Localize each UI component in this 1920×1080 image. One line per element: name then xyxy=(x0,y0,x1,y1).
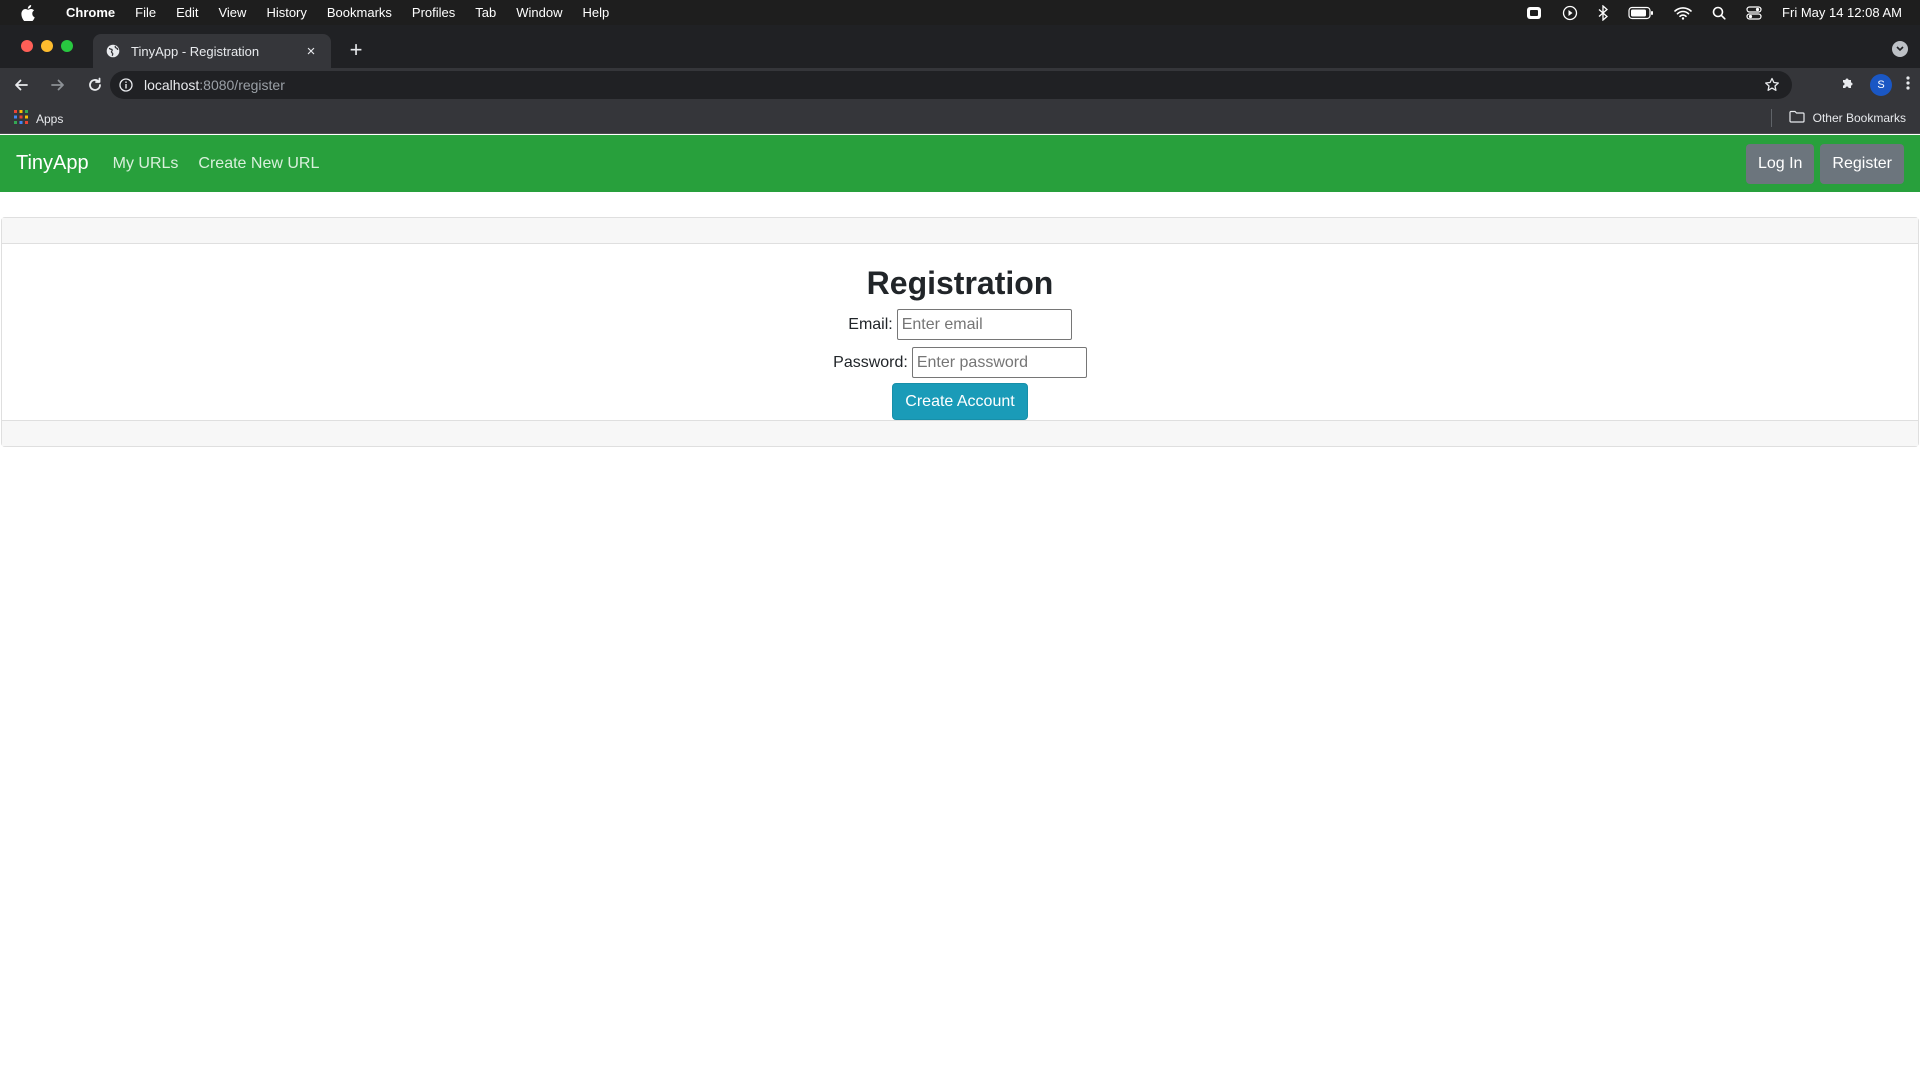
email-row: Email: xyxy=(848,309,1072,340)
email-field[interactable] xyxy=(896,309,1072,340)
menubar-status-area: Fri May 14 12:08 AM xyxy=(1526,0,1902,25)
menu-view[interactable]: View xyxy=(208,5,256,20)
profile-avatar[interactable]: S xyxy=(1870,74,1892,96)
battery-icon[interactable] xyxy=(1628,6,1654,20)
browser-tab-strip: TinyApp - Registration × + xyxy=(0,25,1920,68)
kebab-menu-icon[interactable] xyxy=(1906,75,1910,96)
browser-toolbar: localhost:8080/register S xyxy=(0,68,1920,102)
menu-help[interactable]: Help xyxy=(573,5,620,20)
wifi-icon[interactable] xyxy=(1674,6,1692,20)
bookmarks-separator xyxy=(1771,109,1772,127)
menu-bookmarks[interactable]: Bookmarks xyxy=(317,5,402,20)
tab-title: TinyApp - Registration xyxy=(131,43,260,59)
bookmark-apps-label: Apps xyxy=(36,111,64,126)
menu-edit[interactable]: Edit xyxy=(166,5,208,20)
web-page: TinyApp My URLs Create New URL Log In Re… xyxy=(0,135,1920,1080)
screen-record-icon[interactable] xyxy=(1526,6,1542,20)
tab-close-icon[interactable]: × xyxy=(303,43,319,60)
bookmark-apps[interactable]: Apps xyxy=(14,110,63,127)
window-close-button[interactable] xyxy=(21,40,33,52)
window-zoom-button[interactable] xyxy=(61,40,73,52)
login-button[interactable]: Log In xyxy=(1745,144,1815,184)
browser-tab-active[interactable]: TinyApp - Registration × xyxy=(93,34,331,68)
globe-icon xyxy=(105,43,121,59)
reload-button[interactable] xyxy=(79,71,111,99)
url-path: :8080/register xyxy=(199,77,285,93)
play-icon[interactable] xyxy=(1562,5,1578,21)
macos-menu-bar: Chrome File Edit View History Bookmarks … xyxy=(0,0,1920,25)
menu-tab[interactable]: Tab xyxy=(465,5,506,20)
back-button[interactable] xyxy=(5,71,37,99)
brand-link[interactable]: TinyApp xyxy=(16,152,89,175)
password-field[interactable] xyxy=(911,347,1087,378)
other-bookmarks-label: Other Bookmarks xyxy=(1812,111,1906,125)
bluetooth-icon[interactable] xyxy=(1598,4,1609,21)
auth-buttons: Log In Register xyxy=(1745,144,1904,184)
nav-link-create-new-url[interactable]: Create New URL xyxy=(198,155,319,173)
menu-window[interactable]: Window xyxy=(506,5,572,20)
site-info-icon[interactable] xyxy=(118,77,134,93)
toolbar-actions: S xyxy=(1840,68,1910,102)
tab-search-icon[interactable] xyxy=(1892,41,1908,57)
bookmarks-bar: Apps Other Bookmarks xyxy=(0,102,1920,134)
create-account-button[interactable]: Create Account xyxy=(892,383,1028,420)
bookmark-star-icon[interactable] xyxy=(1764,77,1780,96)
nav-link-my-urls[interactable]: My URLs xyxy=(113,155,179,173)
app-navbar: TinyApp My URLs Create New URL Log In Re… xyxy=(0,135,1920,192)
registration-form: Registration Email: Password: Create Acc… xyxy=(2,244,1918,420)
spotlight-search-icon[interactable] xyxy=(1712,6,1726,20)
menu-file[interactable]: File xyxy=(125,5,166,20)
page-title: Registration xyxy=(866,265,1054,301)
extensions-puzzle-icon[interactable] xyxy=(1840,75,1856,96)
menu-app-name[interactable]: Chrome xyxy=(56,5,125,20)
password-row: Password: xyxy=(833,347,1087,378)
address-bar[interactable]: localhost:8080/register xyxy=(110,71,1792,99)
folder-icon xyxy=(1789,110,1805,126)
apps-grid-icon xyxy=(14,110,28,127)
forward-button[interactable] xyxy=(42,71,74,99)
menu-history[interactable]: History xyxy=(256,5,316,20)
control-center-icon[interactable] xyxy=(1746,5,1762,20)
url-host: localhost xyxy=(144,77,200,93)
menubar-clock[interactable]: Fri May 14 12:08 AM xyxy=(1782,5,1902,20)
apple-icon[interactable] xyxy=(0,4,56,21)
register-button[interactable]: Register xyxy=(1820,144,1904,184)
registration-card: Registration Email: Password: Create Acc… xyxy=(1,217,1919,447)
other-bookmarks[interactable]: Other Bookmarks xyxy=(1789,110,1906,126)
card-header xyxy=(2,218,1918,244)
password-label: Password: xyxy=(833,353,908,371)
new-tab-button[interactable]: + xyxy=(344,39,368,63)
email-label: Email: xyxy=(848,315,893,333)
menu-profiles[interactable]: Profiles xyxy=(402,5,465,20)
card-footer xyxy=(2,420,1918,446)
window-minimize-button[interactable] xyxy=(41,40,53,52)
